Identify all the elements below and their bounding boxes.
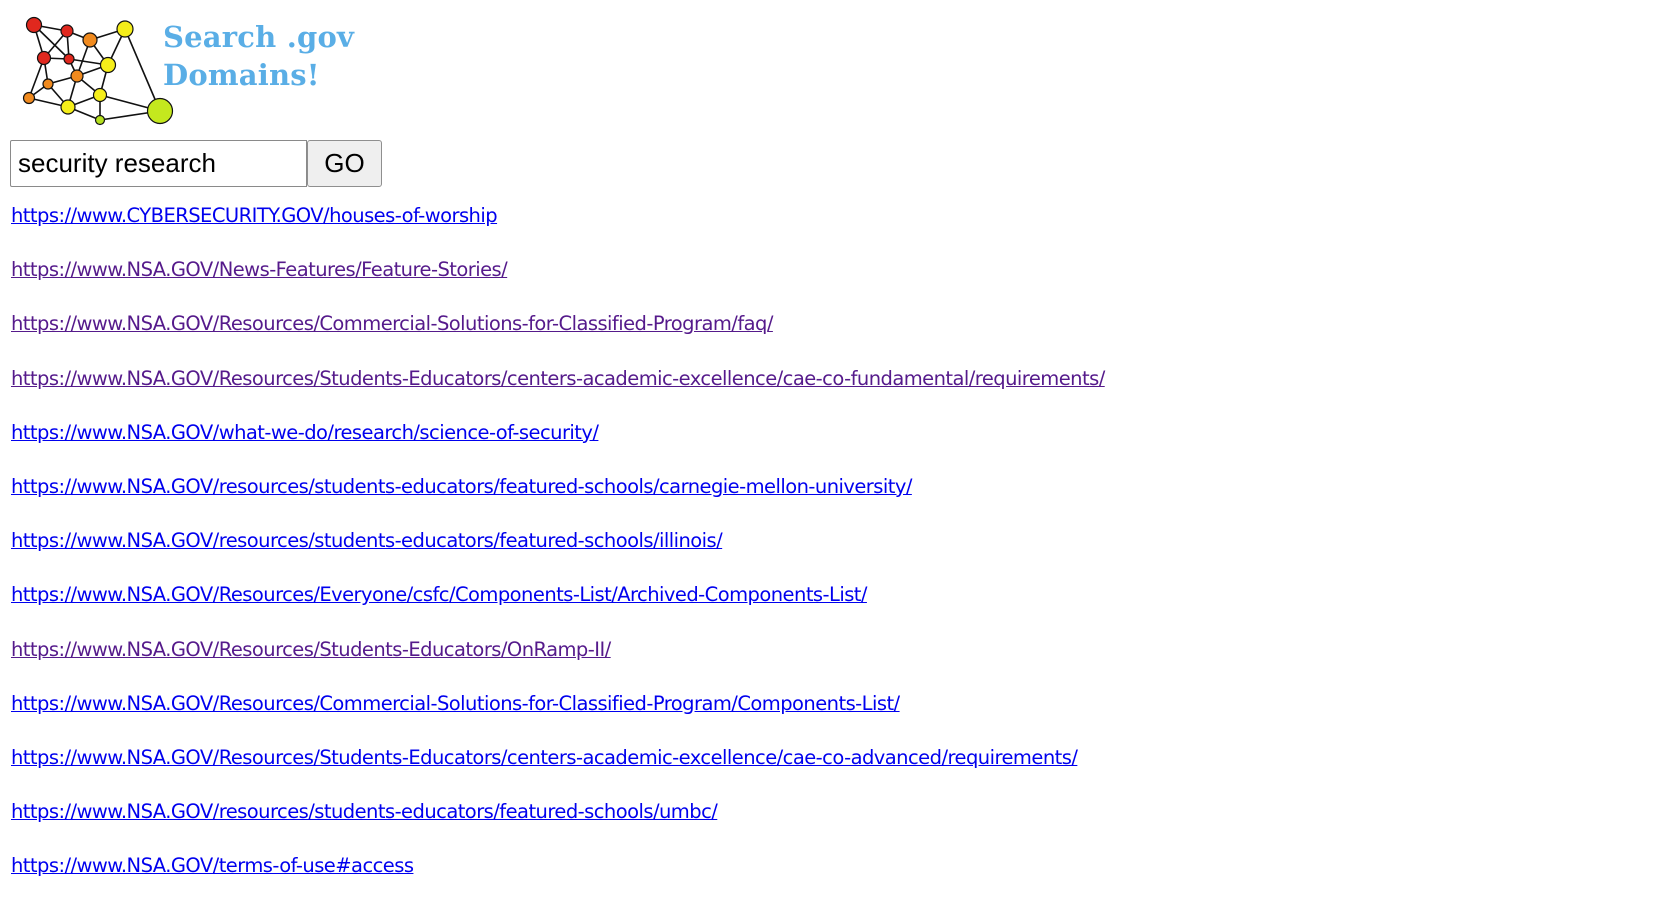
site-title: Search .gov Domains! [163, 18, 354, 94]
results-list: https://www.CYBERSECURITY.GOV/houses-of-… [11, 201, 1105, 897]
site-title-line1: Search .gov [163, 20, 355, 54]
site-header: Search .gov Domains! [18, 14, 354, 134]
list-item: https://www.NSA.GOV/Resources/Students-E… [11, 364, 1105, 418]
result-link[interactable]: https://www.NSA.GOV/Resources/Commercial… [11, 312, 773, 335]
go-button[interactable]: GO [307, 140, 382, 187]
search-form: GO [10, 140, 382, 187]
result-link[interactable]: https://www.NSA.GOV/News-Features/Featur… [11, 258, 508, 281]
list-item: https://www.NSA.GOV/Resources/Commercial… [11, 309, 1105, 363]
result-link[interactable]: https://www.NSA.GOV/resources/students-e… [11, 475, 912, 498]
list-item: https://www.NSA.GOV/resources/students-e… [11, 472, 1105, 526]
result-link[interactable]: https://www.NSA.GOV/resources/students-e… [11, 529, 723, 552]
site-title-line2: Domains! [163, 58, 320, 92]
list-item: https://www.NSA.GOV/Resources/Everyone/c… [11, 580, 1105, 634]
result-link[interactable]: https://www.NSA.GOV/resources/students-e… [11, 800, 718, 823]
result-link[interactable]: https://www.NSA.GOV/terms-of-use#access [11, 854, 414, 877]
result-link[interactable]: https://www.NSA.GOV/Resources/Students-E… [11, 746, 1078, 769]
result-link[interactable]: https://www.NSA.GOV/what-we-do/research/… [11, 421, 599, 444]
list-item: https://www.NSA.GOV/Resources/Students-E… [11, 635, 1105, 689]
list-item: https://www.NSA.GOV/resources/students-e… [11, 526, 1105, 580]
list-item: https://www.NSA.GOV/terms-of-use#access [11, 851, 1105, 897]
result-link[interactable]: https://www.NSA.GOV/Resources/Everyone/c… [11, 583, 867, 606]
result-link[interactable]: https://www.NSA.GOV/Resources/Commercial… [11, 692, 900, 715]
list-item: https://www.NSA.GOV/Resources/Commercial… [11, 689, 1105, 743]
list-item: https://www.NSA.GOV/News-Features/Featur… [11, 255, 1105, 309]
list-item: https://www.NSA.GOV/Resources/Students-E… [11, 743, 1105, 797]
result-link[interactable]: https://www.NSA.GOV/Resources/Students-E… [11, 638, 611, 661]
search-input[interactable] [10, 140, 307, 187]
list-item: https://www.NSA.GOV/resources/students-e… [11, 797, 1105, 851]
list-item: https://www.CYBERSECURITY.GOV/houses-of-… [11, 201, 1105, 255]
result-link[interactable]: https://www.NSA.GOV/Resources/Students-E… [11, 367, 1105, 390]
result-link[interactable]: https://www.CYBERSECURITY.GOV/houses-of-… [11, 204, 498, 227]
list-item: https://www.NSA.GOV/what-we-do/research/… [11, 418, 1105, 472]
